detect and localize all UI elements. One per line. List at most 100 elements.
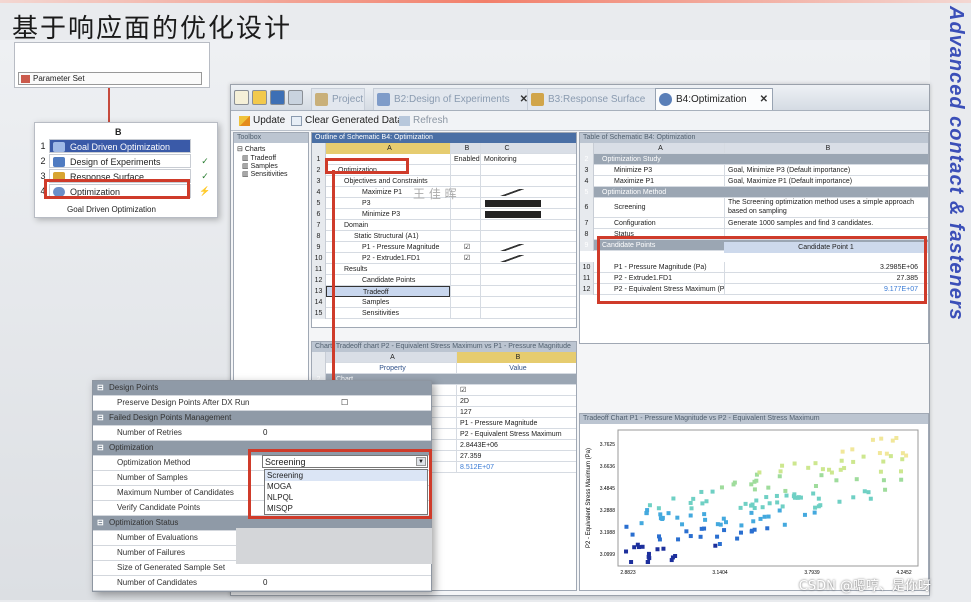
enabled-cell[interactable] xyxy=(450,220,480,231)
sample-point xyxy=(661,546,666,551)
prop-value[interactable]: 0 xyxy=(263,576,267,590)
prop-label: Number of Candidates xyxy=(117,578,198,587)
open-folder-icon[interactable] xyxy=(252,90,267,105)
outline-row[interactable]: 12 Candidate Points xyxy=(312,275,576,286)
optimization-method-select[interactable]: Screening ▼ xyxy=(262,455,428,468)
outline-row[interactable]: 9 P1 - Pressure Magnitude ☑ xyxy=(312,242,576,253)
sample-point xyxy=(766,514,771,519)
sample-point xyxy=(640,544,645,549)
enabled-cell[interactable] xyxy=(450,209,480,220)
sample-point xyxy=(868,496,873,501)
refresh-icon xyxy=(399,116,410,126)
enabled-cell[interactable] xyxy=(450,297,480,308)
schematic-row-optimization[interactable]: 4 Optimization ⚡ xyxy=(39,184,215,198)
option-screening[interactable]: Screening xyxy=(265,470,427,481)
toolbox-item-tradeoff[interactable]: ▥ Tradeoff xyxy=(242,154,276,162)
option-nlpql[interactable]: NLPQL xyxy=(265,492,427,503)
prop-value[interactable]: 0 xyxy=(263,426,267,440)
outline-header-row: 1 Enabled Monitoring xyxy=(312,154,576,165)
table-label: Candidate Points xyxy=(602,242,656,249)
collapse-icon[interactable]: ⊟ xyxy=(97,411,104,425)
sample-point xyxy=(878,469,883,474)
enabled-cell[interactable] xyxy=(450,264,480,275)
sample-point xyxy=(676,537,681,542)
enabled-cell[interactable] xyxy=(450,165,480,176)
response-tab-icon xyxy=(531,93,544,106)
schematic-row-response[interactable]: 3 Response Surface ✓ xyxy=(39,169,215,183)
outline-row[interactable]: 13 Tradeoff xyxy=(312,286,576,297)
enabled-cell[interactable]: ☑ xyxy=(450,253,480,264)
enabled-cell[interactable] xyxy=(450,308,480,319)
clear-generated-data-button[interactable]: Clear Generated Data xyxy=(289,111,403,131)
tab-label: B3:Response Surface xyxy=(548,94,646,105)
outline-row[interactable]: 7 Domain xyxy=(312,220,576,231)
enabled-cell[interactable] xyxy=(450,286,480,297)
sample-point xyxy=(660,517,665,522)
tab-optimization[interactable]: B4:Optimization ✕ xyxy=(655,88,773,110)
doe-icon xyxy=(53,157,65,167)
sample-point xyxy=(723,520,728,525)
outline-row[interactable]: 11 Results xyxy=(312,264,576,275)
update-button[interactable]: Update xyxy=(237,111,285,131)
schematic-row-goal[interactable]: 1 Goal Driven Optimization xyxy=(39,139,215,153)
table-value xyxy=(724,229,928,240)
outline-row[interactable]: 8 Static Structural (A1) xyxy=(312,231,576,242)
table-value: 27.385 xyxy=(724,273,928,284)
sample-point xyxy=(754,498,759,503)
outline-label: Tradeoff xyxy=(326,286,450,297)
enabled-cell[interactable] xyxy=(450,275,480,286)
collapse-icon[interactable]: ⊟ xyxy=(97,516,104,530)
sample-point xyxy=(644,511,649,516)
sample-point xyxy=(722,528,727,533)
outline-row[interactable]: 14 Samples xyxy=(312,297,576,308)
collapse-icon[interactable]: ⊟ xyxy=(97,441,104,455)
option-misqp[interactable]: MISQP xyxy=(265,503,427,514)
parameter-set-node[interactable]: Parameter Set xyxy=(18,72,202,85)
enabled-cell[interactable] xyxy=(450,231,480,242)
sample-point xyxy=(806,465,811,470)
col-a: A xyxy=(658,145,663,152)
table-label: Status xyxy=(614,231,634,238)
outline-row[interactable]: 2 Optimization xyxy=(312,165,576,176)
outline-row[interactable]: 15 Sensitivities xyxy=(312,308,576,319)
chevron-down-icon[interactable]: ▼ xyxy=(416,457,426,466)
toolbox-item-samples[interactable]: ▥ Samples xyxy=(242,162,278,170)
props-section[interactable]: ⊟ Design Points xyxy=(93,381,431,396)
sample-point xyxy=(699,489,704,494)
sample-point xyxy=(624,549,629,554)
section-label: Optimization Status xyxy=(109,518,179,527)
prop-value[interactable]: ☐ xyxy=(341,396,348,410)
sample-point xyxy=(710,489,715,494)
option-moga[interactable]: MOGA xyxy=(265,481,427,492)
new-project-icon[interactable] xyxy=(234,90,249,105)
table-col-letters: A B xyxy=(580,143,928,154)
table-value: Generate 1000 samples and find 3 candida… xyxy=(724,218,928,229)
tab-project[interactable]: Project xyxy=(311,88,365,110)
outline-row[interactable]: 6 Minimize P3 xyxy=(312,209,576,220)
tradeoff-scatter-plot: P2 - Equivalent Stress Maximum (Pa) 3.762… xyxy=(586,429,919,576)
refresh-button[interactable]: Refresh xyxy=(397,111,448,131)
props-section[interactable]: ⊟ Failed Design Points Management xyxy=(93,411,431,426)
collapse-icon[interactable]: ⊟ xyxy=(97,381,104,395)
props-section[interactable]: ⊟ Optimization xyxy=(93,441,431,456)
sample-point xyxy=(766,485,771,490)
outline-row[interactable]: 10 P2 - Extrude1.FD1 ☑ xyxy=(312,253,576,264)
sample-point xyxy=(861,454,866,459)
sample-point xyxy=(837,499,842,504)
monitoring-cell xyxy=(480,198,542,209)
save-as-icon[interactable] xyxy=(288,90,303,105)
enabled-header: Enabled xyxy=(450,154,480,165)
sample-point xyxy=(669,558,674,563)
tab-doe[interactable]: B2:Design of Experiments ✕ xyxy=(373,88,533,110)
enabled-cell[interactable]: ☑ xyxy=(450,242,480,253)
sample-point xyxy=(792,492,797,497)
save-icon[interactable] xyxy=(270,90,285,105)
pane-title: Chart: Tradeoff chart P2 - Equivalent St… xyxy=(312,342,576,352)
row-number: 3 xyxy=(312,176,326,187)
toolbox-item-sensitivities[interactable]: ▥ Sensitivities xyxy=(242,170,288,178)
sample-point xyxy=(698,534,703,539)
schematic-row-doe[interactable]: 2 Design of Experiments ✓ xyxy=(39,154,215,168)
table-label: Maximize P1 xyxy=(614,178,655,185)
close-icon[interactable]: ✕ xyxy=(760,89,768,111)
sample-point xyxy=(820,467,825,472)
